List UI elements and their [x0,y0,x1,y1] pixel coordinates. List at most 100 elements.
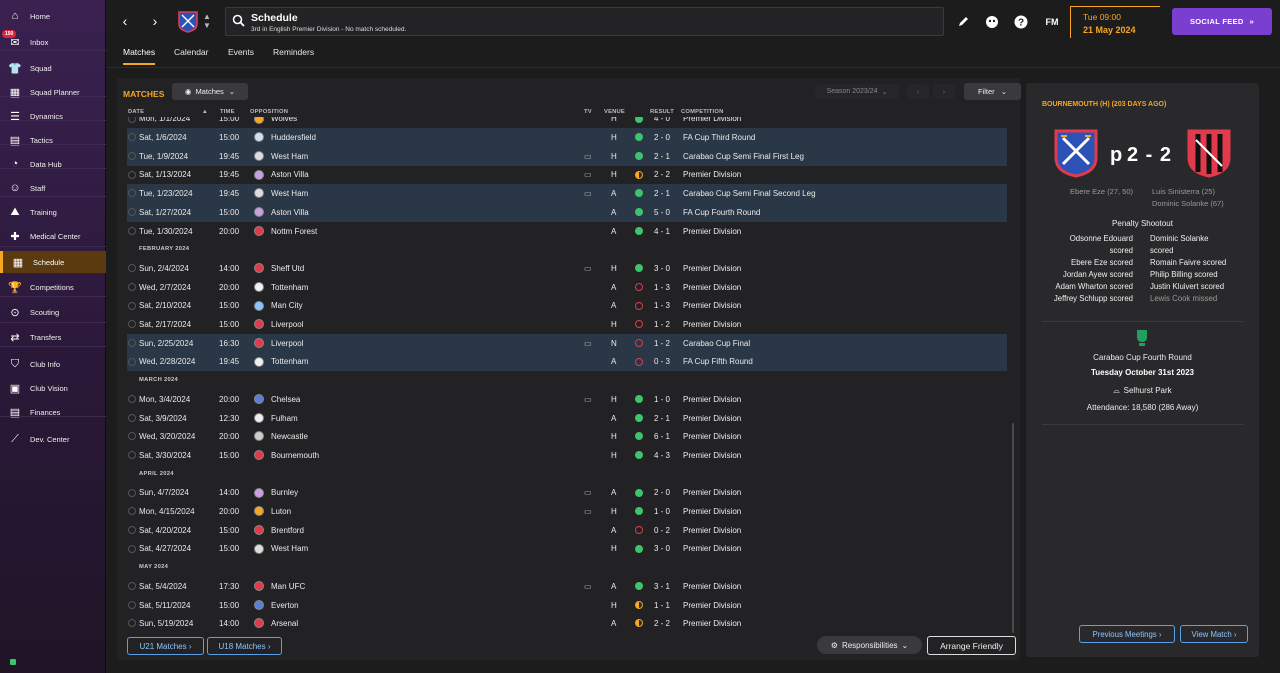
sort-arrow-icon[interactable]: ▲ [202,109,208,115]
next-season-button[interactable]: › [933,84,955,99]
sidebar-item-squad-planner[interactable]: ▦ Squad Planner [0,81,106,103]
sidebar-item-training[interactable]: ⛰ Training [0,201,106,223]
prev-season-button[interactable]: ‹ [907,84,929,99]
tab-matches[interactable]: Matches [123,47,156,65]
col-tv[interactable]: TV [584,109,592,115]
table-row[interactable]: Sat, 5/4/2024 17:30 Man UFC ▭ A 3 - 1 Premier … [127,577,1007,596]
table-row[interactable]: Wed, 3/20/2024 20:00 Newcastle H 6 - 1 Premie… [127,427,1007,446]
sidebar-divider [0,168,106,169]
table-row[interactable]: Mon, 3/4/2024 20:00 Chelsea ▭ H 1 - 0 Premier … [127,390,1007,409]
back-arrow-icon[interactable]: ‹ [118,13,132,29]
col-competition[interactable]: COMPETITION [681,109,723,115]
sidebar-item-dynamics[interactable]: ☰ Dynamics [0,105,106,127]
match-date: Sat, 3/30/2024 [139,450,192,460]
game-date[interactable]: Tue 09:00 21 May 2024 [1070,6,1160,38]
fm-bot-icon[interactable] [984,14,1000,30]
sidebar-item-club-vision[interactable]: ▣ Club Vision [0,377,106,399]
social-feed-button[interactable]: SOCIAL FEED » [1172,8,1272,35]
opponent-name: Brentford [271,525,304,535]
social-feed-label: SOCIAL FEED [1189,17,1244,26]
table-row[interactable]: Mon, 1/1/2024 15:00 Wolves H 4 - 0 Premier Di… [127,117,1007,128]
result-loss-icon [635,282,643,291]
sidebar-divider [0,296,106,297]
sidebar-item-medical-center[interactable]: ✚ Medical Center [0,225,106,247]
col-venue[interactable]: VENUE [604,109,625,115]
u18-matches-button[interactable]: U18 Matches › [207,637,282,655]
sidebar-item-data-hub[interactable]: ◔ Data Hub [0,153,106,175]
tab-calendar[interactable]: Calendar [174,47,209,63]
sidebar-item-competitions[interactable]: 🏆 Competitions [0,276,106,298]
table-row[interactable]: Sat, 4/27/2024 15:00 West Ham H 3 - 0 Premier… [127,540,1007,559]
table-row[interactable]: Tue, 1/9/2024 19:45 West Ham ▭ H 2 - 1 Carabao… [127,146,1007,166]
table-row[interactable]: Sat, 5/11/2024 15:00 Everton H 1 - 1 Premier … [127,596,1007,615]
sidebar-item-schedule[interactable]: ▦ Schedule [0,251,106,273]
help-icon[interactable]: ? [1013,14,1029,30]
row-checkbox-icon [128,600,136,609]
arrange-friendly-button[interactable]: Arrange Friendly [927,636,1016,655]
table-row[interactable]: Sat, 2/17/2024 15:00 Liverpool H 1 - 2 Premie… [127,315,1007,334]
match-venue: A [611,189,617,199]
match-venue: H [611,170,617,180]
table-row[interactable]: Wed, 2/28/2024 19:45 Tottenham A 0 - 3 FA Cup… [127,352,1007,372]
sidebar-item-home[interactable]: ⌂ Home [0,5,106,27]
match-competition: Premier Division [683,282,742,292]
responsibilities-button[interactable]: ⚙ Responsibilities ⌄ [817,636,922,654]
game-date-text: 21 May 2024 [1083,25,1136,35]
table-row[interactable]: Sun, 5/19/2024 14:00 Arsenal A 2 - 2 Premier … [127,614,1007,633]
season-dropdown[interactable]: Season 2023/24 ⌄ [815,84,899,99]
sidebar-item-squad[interactable]: 👕 Squad [0,57,106,79]
table-row[interactable]: Sun, 2/4/2024 14:00 Sheff Utd ▭ H 3 - 0 Premie… [127,259,1007,278]
club-crest-icon[interactable] [178,11,198,33]
page-subtitle: 3rd in English Premier Division - No mat… [251,26,407,33]
view-dropdown[interactable]: ◉ Matches ⌄ [172,83,248,100]
club-switcher-icon[interactable]: ▲ ▼ [202,12,212,32]
sidebar-item-transfers[interactable]: ⇄ Transfers [0,326,106,348]
result-win-icon [635,395,643,404]
opponent-name: Burnley [271,488,299,498]
u21-matches-button[interactable]: U21 Matches › [127,637,204,655]
table-row[interactable]: Sat, 1/6/2024 15:00 Huddersfield H 2 - 0 FA C… [127,128,1007,147]
filter-button[interactable]: Filter ⌄ [964,83,1021,100]
table-row[interactable]: Sat, 2/10/2024 15:00 Man City A 1 - 3 Premier… [127,297,1007,316]
edit-icon[interactable] [955,14,971,30]
table-row[interactable]: Sat, 1/27/2024 15:00 Aston Villa A 5 - 0 FA C… [127,203,1007,222]
opponent-name: Wolves [271,117,298,124]
match-time: 15:00 [219,207,240,217]
search-box[interactable]: Schedule 3rd in English Premier Division… [225,7,944,36]
col-opposition[interactable]: OPPOSITION [250,109,288,115]
tab-events[interactable]: Events [228,47,254,63]
table-row[interactable]: Tue, 1/23/2024 19:45 West Ham ▭ A 2 - 1 Caraba… [127,184,1007,203]
table-row[interactable]: Sat, 4/20/2024 15:00 Brentford A 0 - 2 Premie… [127,521,1007,540]
opponent-name: Liverpool [271,338,304,348]
forward-arrow-icon[interactable]: › [148,13,162,29]
fm-menu-button[interactable]: FM [1042,14,1062,30]
opponent-name: Newcastle [271,432,308,442]
tab-reminders[interactable]: Reminders [273,47,314,63]
col-date[interactable]: DATE [128,109,144,115]
match-competition: FA Cup Third Round [683,133,756,143]
search-icon [232,14,246,28]
table-row[interactable]: Sun, 2/25/2024 16:30 Liverpool ▭ N 1 - 2 Carab… [127,333,1007,353]
table-row[interactable]: Sat, 1/13/2024 19:45 Aston Villa ▭ H 2 - 2 Pre… [127,166,1007,185]
sidebar-item-finances[interactable]: ▤ Finances [0,401,106,423]
opponent-crest-icon [254,188,264,199]
view-match-button[interactable]: View Match › [1180,625,1248,643]
table-row[interactable]: Sat, 3/9/2024 12:30 Fulham A 2 - 1 Premier Di… [127,409,1007,428]
table-row[interactable]: Sat, 3/30/2024 15:00 Bournemouth H 4 - 3 Prem… [127,446,1007,465]
table-row[interactable]: Tue, 1/30/2024 20:00 Nottm Forest A 4 - 1 Pre… [127,222,1007,241]
col-result[interactable]: RESULT [650,109,674,115]
table-row[interactable]: Wed, 2/7/2024 20:00 Tottenham A 1 - 3 Premier… [127,278,1007,297]
table-row[interactable]: Mon, 4/15/2024 20:00 Luton ▭ H 1 - 0 Premier D… [127,502,1007,521]
sidebar-item-dev-center[interactable]: ⟋ Dev. Center [0,428,106,450]
month-header: APRIL 2024 [139,470,174,477]
scrollbar[interactable] [1012,423,1014,633]
opponent-crest-icon [254,117,264,124]
match-competition: Premier Division [683,301,742,311]
match-competition: Premier Division [683,600,742,610]
sidebar-item-scouting[interactable]: ⊙ Scouting [0,301,106,323]
sidebar-item-tactics[interactable]: ▤ Tactics [0,129,106,151]
col-time[interactable]: TIME [220,109,235,115]
previous-meetings-button[interactable]: Previous Meetings › [1079,625,1175,643]
sidebar-item-club-info[interactable]: ⛉ Club Info [0,353,106,375]
table-row[interactable]: Sun, 4/7/2024 14:00 Burnley ▭ A 2 - 0 Premier … [127,484,1007,503]
